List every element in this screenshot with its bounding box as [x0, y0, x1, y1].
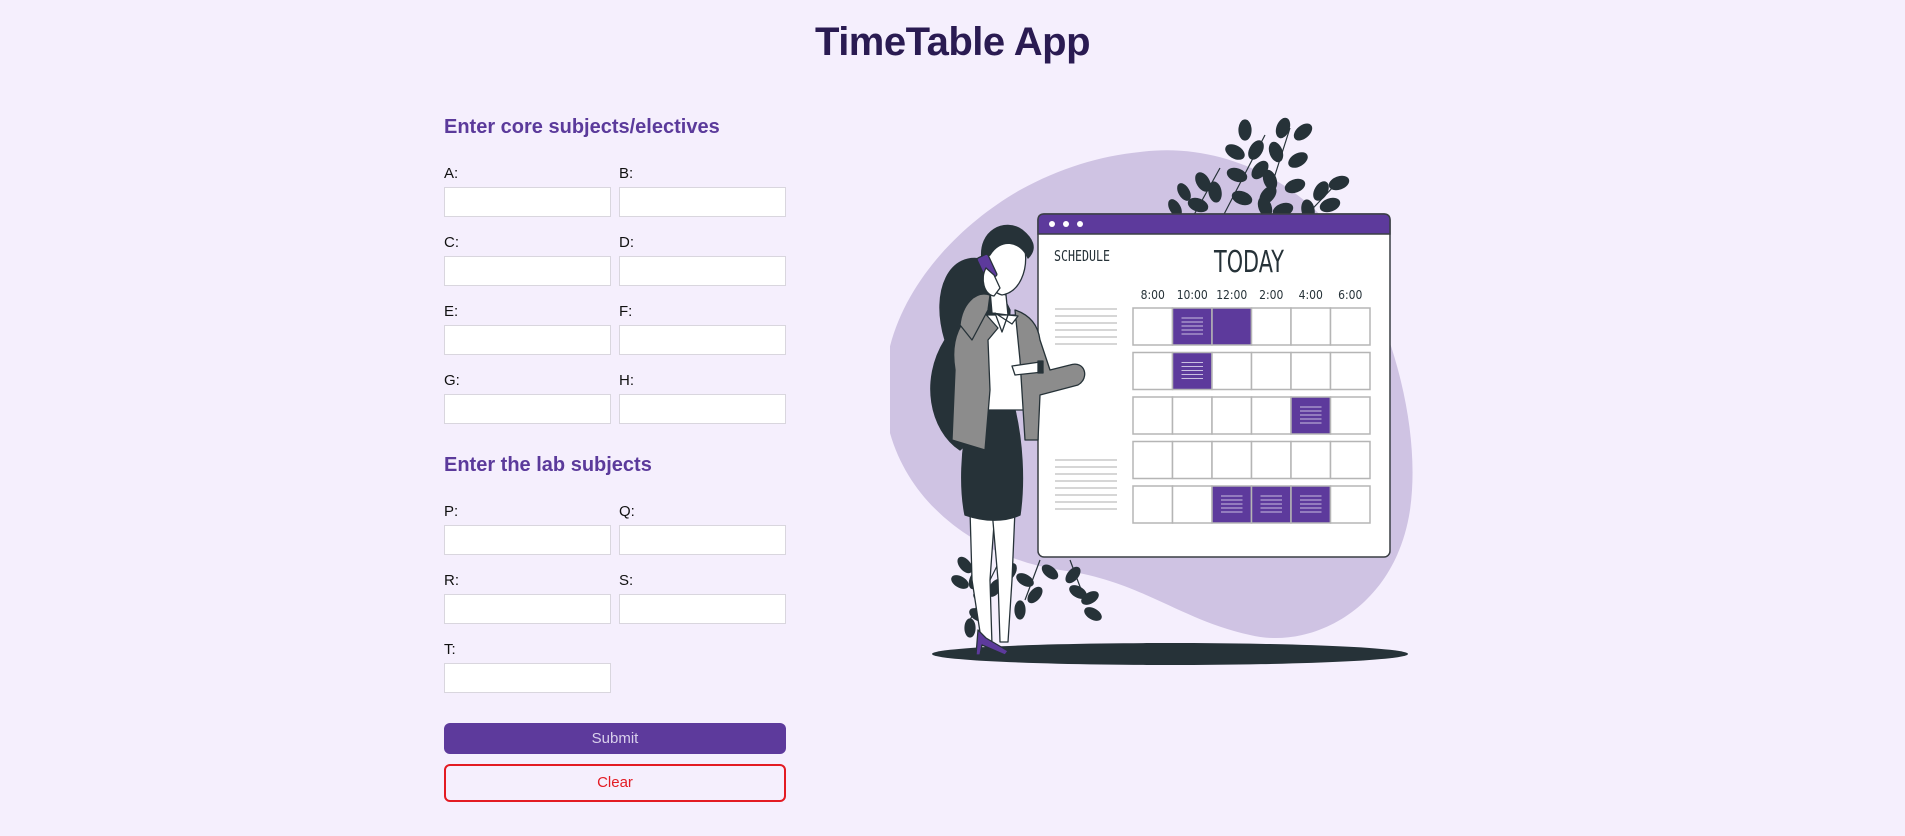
schedule-cell-empty [1250, 396, 1292, 435]
field-e-input[interactable] [444, 325, 611, 355]
window-dot-icon [1049, 221, 1055, 227]
schedule-cell-empty [1211, 351, 1253, 391]
window-dot-icon [1063, 221, 1069, 227]
field-p: P: [444, 502, 611, 571]
core-section-title: Enter core subjects/electives [444, 116, 720, 138]
subjects-form: Enter core subjects/electives A: B: C: D… [444, 112, 786, 802]
field-d-label: D: [619, 234, 634, 251]
field-f-input[interactable] [619, 325, 786, 355]
schedule-cell-empty [1290, 351, 1332, 391]
schedule-cell-empty [1250, 440, 1292, 480]
time-label: 6:00 [1338, 288, 1362, 302]
time-label: 12:00 [1216, 288, 1247, 302]
schedule-label: SCHEDULE [1054, 247, 1110, 265]
schedule-cell-empty [1171, 440, 1213, 480]
schedule-cell-empty [1132, 351, 1174, 391]
field-q-input[interactable] [619, 525, 786, 555]
field-q-label: Q: [619, 503, 635, 520]
schedule-cell-empty [1171, 485, 1213, 524]
time-label: 4:00 [1299, 288, 1323, 302]
field-p-label: P: [444, 503, 459, 520]
time-label: 10:00 [1177, 288, 1208, 302]
field-q: Q: [619, 502, 786, 571]
field-g-input[interactable] [444, 394, 611, 424]
schedule-illustration: SCHEDULE TODAY 8:00 10:00 12:00 2:00 4:00 6:0… [890, 110, 1440, 670]
field-t-label: T: [444, 641, 456, 658]
field-a-label: A: [444, 165, 459, 182]
core-fields-grid: A: B: C: D: E: F: G: H: [444, 164, 786, 440]
schedule-cell-empty [1171, 396, 1213, 435]
field-c: C: [444, 233, 611, 302]
schedule-grid [1132, 307, 1371, 524]
schedule-cell-empty [1290, 440, 1332, 480]
field-h-label: H: [619, 372, 634, 389]
field-d: D: [619, 233, 786, 302]
submit-button[interactable]: Submit [444, 723, 786, 754]
time-label: 2:00 [1259, 288, 1283, 302]
field-b-input[interactable] [619, 187, 786, 217]
schedule-cell-empty [1250, 351, 1292, 391]
illustration-svg: SCHEDULE TODAY 8:00 10:00 12:00 2:00 4:00 6:0… [890, 117, 1413, 665]
field-d-input[interactable] [619, 256, 786, 286]
app-title: TimeTable App [814, 20, 1091, 64]
schedule-cell-empty [1329, 396, 1371, 435]
field-b: B: [619, 164, 786, 233]
schedule-cell-empty [1290, 307, 1332, 346]
field-e: E: [444, 302, 611, 371]
field-a-input[interactable] [444, 187, 611, 217]
field-f: F: [619, 302, 786, 371]
field-a: A: [444, 164, 611, 233]
schedule-cell-empty [1329, 485, 1371, 524]
lab-fields-grid: P: Q: R: S: T: [444, 502, 786, 702]
field-s-input[interactable] [619, 594, 786, 624]
field-r: R: [444, 571, 611, 640]
schedule-window: SCHEDULE TODAY 8:00 10:00 12:00 2:00 4:00 6:0… [1037, 213, 1391, 558]
schedule-cell-empty [1132, 307, 1174, 346]
schedule-cell-empty [1329, 440, 1371, 480]
field-f-label: F: [619, 303, 633, 320]
field-g-label: G: [444, 372, 460, 389]
lab-section-title: Enter the lab subjects [444, 454, 652, 476]
field-h-input[interactable] [619, 394, 786, 424]
field-e-label: E: [444, 303, 459, 320]
schedule-cell-empty [1132, 485, 1174, 524]
schedule-cell-empty [1329, 307, 1371, 346]
clear-button[interactable]: Clear [444, 764, 786, 802]
field-s: S: [619, 571, 786, 640]
time-label: 8:00 [1141, 288, 1165, 302]
field-s-label: S: [619, 572, 634, 589]
field-b-label: B: [619, 165, 634, 182]
field-h: H: [619, 371, 786, 440]
field-g: G: [444, 371, 611, 440]
field-c-input[interactable] [444, 256, 611, 286]
field-r-label: R: [444, 572, 459, 589]
schedule-cell-empty [1329, 351, 1371, 391]
schedule-cell-empty [1211, 396, 1253, 435]
today-label: TODAY [1213, 245, 1284, 280]
field-p-input[interactable] [444, 525, 611, 555]
field-t: T: [444, 640, 611, 702]
schedule-cell-empty [1250, 307, 1292, 346]
field-r-input[interactable] [444, 594, 611, 624]
field-c-label: C: [444, 234, 459, 251]
window-dot-icon [1077, 221, 1083, 227]
schedule-cell-empty [1132, 396, 1174, 435]
field-t-input[interactable] [444, 663, 611, 693]
schedule-cell-booked [1211, 307, 1253, 346]
schedule-cell-empty [1211, 440, 1253, 480]
schedule-cell-empty [1132, 440, 1174, 480]
